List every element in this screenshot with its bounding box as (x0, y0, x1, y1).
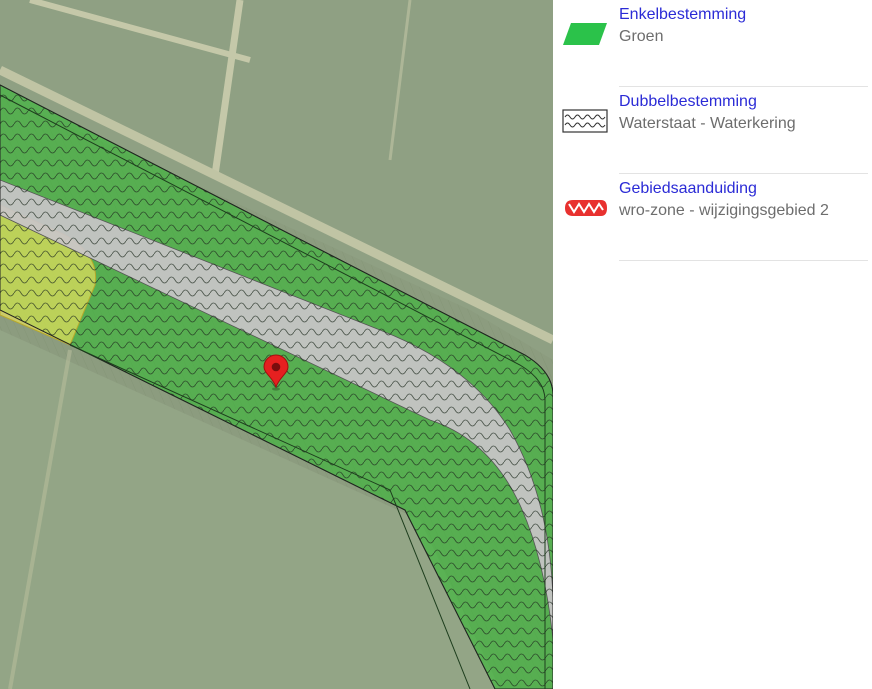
legend-link-gebiedsaanduiding[interactable]: Gebiedsaanduiding (619, 178, 869, 200)
wave-pattern-icon (562, 109, 608, 133)
legend-item-gebiedsaanduiding: Gebiedsaanduiding wro-zone - wijzigingsg… (553, 174, 872, 261)
map-canvas[interactable] (0, 0, 553, 689)
legend-subtitle: Groen (619, 28, 664, 45)
map-viewer[interactable] (0, 0, 553, 689)
legend-item-dubbelbestemming: Dubbelbestemming Waterstaat - Waterkerin… (553, 87, 872, 174)
legend-item-enkelbestemming: Enkelbestemming Groen (553, 0, 872, 87)
legend-link-enkelbestemming[interactable]: Enkelbestemming (619, 4, 869, 26)
legend-subtitle: Waterstaat - Waterkering (619, 115, 796, 132)
green-parallelogram-icon (563, 23, 607, 45)
divider (619, 260, 868, 261)
red-zigzag-icon (565, 200, 607, 216)
legend-link-dubbelbestemming[interactable]: Dubbelbestemming (619, 91, 869, 113)
legend-subtitle: wro-zone - wijzigingsgebied 2 (619, 202, 829, 219)
legend-panel: Enkelbestemming Groen Dubbelbestemming W… (553, 0, 872, 689)
